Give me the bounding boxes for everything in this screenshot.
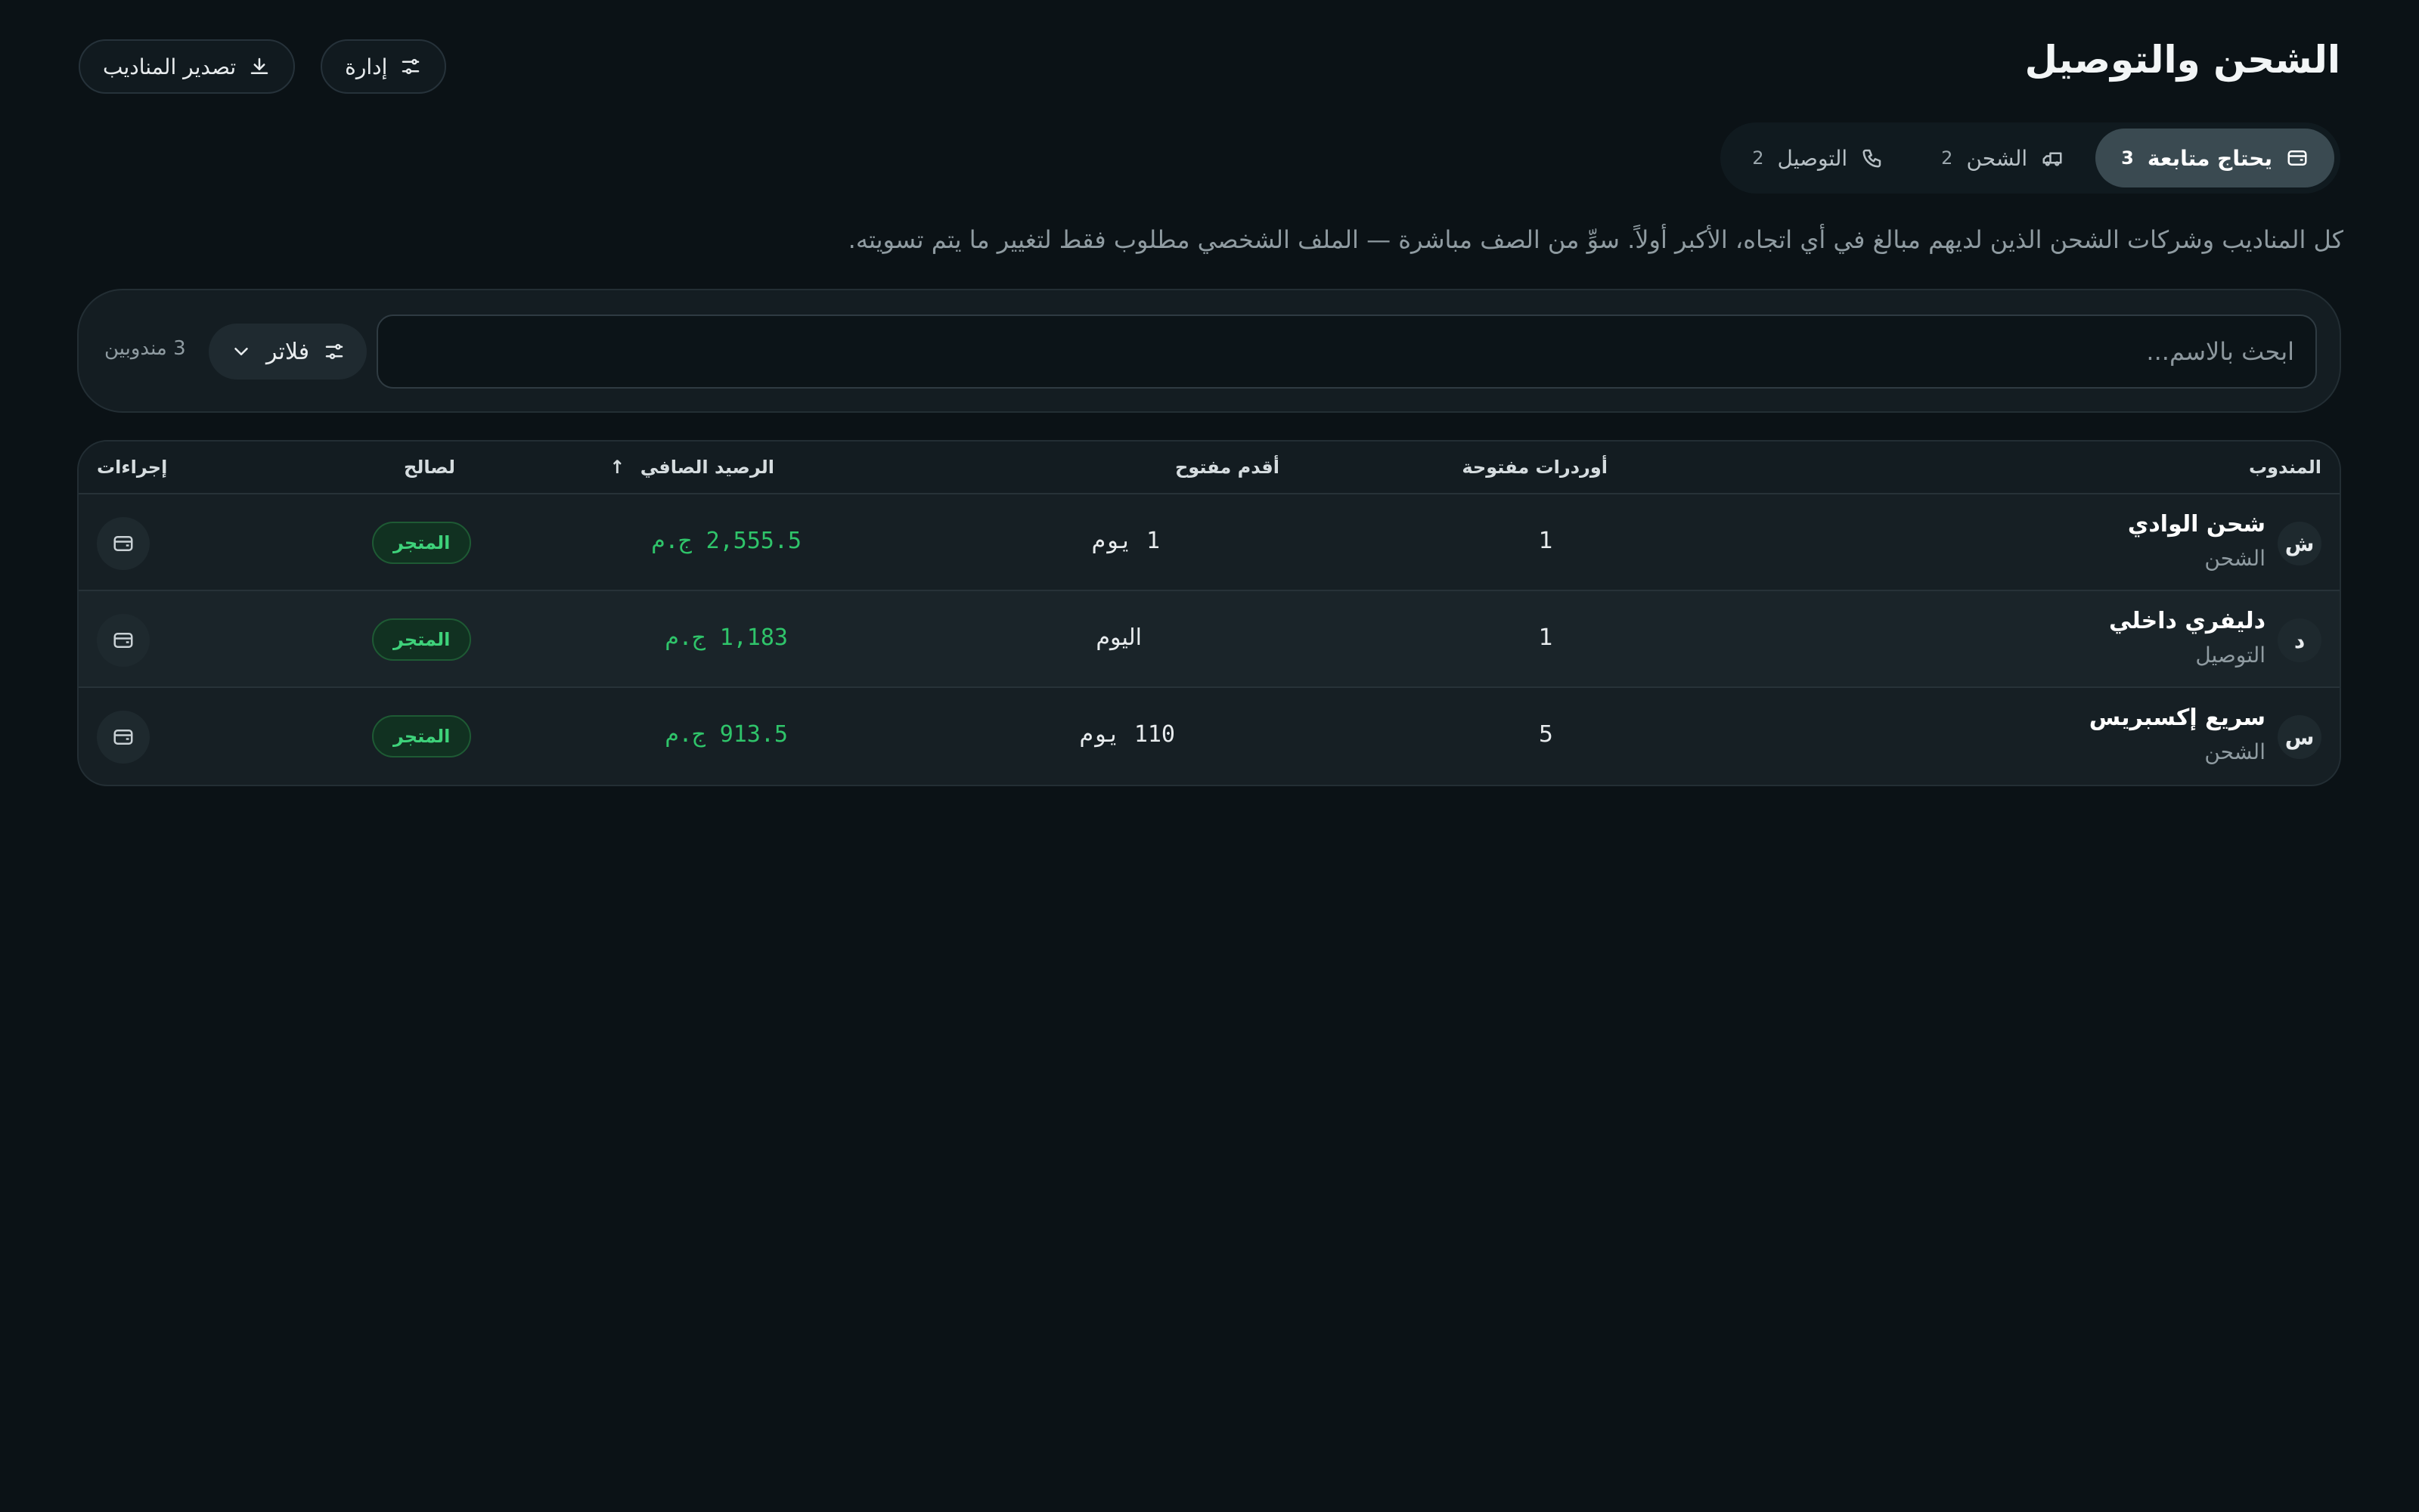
reps-table: المندوب أوردرات مفتوحة أقدم مفتوح الرصيد… [77, 440, 2341, 786]
page-description: كل المناديب وشركات الشحن الذين لديهم مبا… [848, 225, 2343, 254]
avatar: ش [2278, 522, 2321, 565]
result-count: 3 مندوبين [104, 337, 186, 360]
page-title: الشحن والتوصيل [2024, 38, 2340, 82]
export-reps-label: تصدير المناديب [103, 54, 237, 79]
rep-type: التوصيل [2195, 643, 2265, 668]
open-orders: 1 [1538, 624, 1553, 651]
status-badge: المتجر [372, 618, 472, 661]
manage-label: إدارة [345, 54, 388, 79]
oldest-open: 110 يوم [1079, 721, 1175, 748]
tab-label: التوصيل [1777, 145, 1848, 171]
status-badge: المتجر [372, 522, 472, 564]
column-net-balance-label: الرصيد الصافي [640, 457, 774, 478]
oldest-open: اليوم [1096, 624, 1142, 651]
tab-count: 2 [1941, 147, 1953, 169]
avatar: س [2278, 715, 2321, 759]
column-net-balance[interactable]: الرصيد الصافي ↑ [609, 457, 774, 478]
wallet-icon [113, 536, 133, 551]
column-oldest-open[interactable]: أقدم مفتوح [1175, 457, 1279, 478]
manage-button[interactable]: إدارة [321, 39, 447, 94]
open-orders: 1 [1538, 528, 1553, 554]
column-in-favor-of[interactable]: لصالح [404, 457, 455, 478]
search-bar: فلاتر 3 مندوبين [77, 289, 2341, 413]
tab-label: الشحن [1966, 145, 2028, 171]
oldest-open: 1 يوم [1091, 528, 1160, 554]
tab-delivery[interactable]: التوصيل 2 [1726, 129, 1909, 187]
rep-name[interactable]: دليفري داخلي [2109, 608, 2265, 634]
filters-button[interactable]: فلاتر [209, 324, 368, 380]
truck-icon [2042, 152, 2062, 166]
settle-button[interactable] [97, 711, 150, 764]
settle-button[interactable] [97, 517, 150, 570]
top-actions: تصدير المناديب إدارة [79, 39, 447, 94]
sliders-icon [325, 344, 343, 359]
net-balance: 1,183 ج.م [665, 624, 788, 651]
tab-count: 2 [1752, 147, 1764, 169]
wallet-icon [113, 633, 133, 648]
settle-button[interactable] [97, 614, 150, 667]
sort-arrow-icon: ↑ [609, 457, 625, 478]
page: الشحن والتوصيل تصدير المناديب إدارة يحتا… [0, 0, 2419, 1512]
rep-name[interactable]: شحن الوادي [2128, 511, 2265, 538]
rep-type: الشحن [2204, 739, 2265, 764]
rep-type: الشحن [2204, 546, 2265, 571]
column-actions: إجراءات [97, 457, 168, 478]
table-row[interactable]: س سريع إكسبريس الشحن 5 110 يوم 913.5 ج.م… [79, 688, 2340, 785]
rep-name[interactable]: سريع إكسبريس [2089, 705, 2265, 731]
tab-label: يحتاج متابعة [2147, 145, 2272, 171]
download-icon [250, 57, 268, 74]
export-reps-button[interactable]: تصدير المناديب [79, 39, 296, 94]
tabs: يحتاج متابعة 3 الشحن 2 التوصيل 2 [1720, 122, 2340, 194]
tab-needs-followup[interactable]: يحتاج متابعة 3 [2095, 129, 2334, 187]
filters-label: فلاتر [266, 338, 310, 365]
chevron-down-icon [234, 348, 248, 355]
table-row[interactable]: د دليفري داخلي التوصيل 1 اليوم 1,183 ج.م… [79, 591, 2340, 688]
tab-count: 3 [2121, 147, 2134, 169]
column-open-orders[interactable]: أوردرات مفتوحة [1462, 457, 1608, 478]
phone-icon [1862, 149, 1881, 168]
tab-shipping[interactable]: الشحن 2 [1915, 129, 2089, 187]
column-rep[interactable]: المندوب [2249, 457, 2321, 478]
status-badge: المتجر [372, 715, 472, 758]
sliders-icon [402, 59, 420, 74]
wallet-icon [2287, 150, 2307, 166]
table-header: المندوب أوردرات مفتوحة أقدم مفتوح الرصيد… [79, 442, 2340, 494]
table-row[interactable]: ش شحن الوادي الشحن 1 1 يوم 2,555.5 ج.م ا… [79, 494, 2340, 591]
net-balance: 2,555.5 ج.م [651, 528, 802, 554]
wallet-icon [113, 730, 133, 745]
open-orders: 5 [1538, 721, 1553, 748]
avatar: د [2278, 618, 2321, 662]
net-balance: 913.5 ج.م [665, 721, 788, 748]
search-input[interactable] [377, 314, 2317, 389]
